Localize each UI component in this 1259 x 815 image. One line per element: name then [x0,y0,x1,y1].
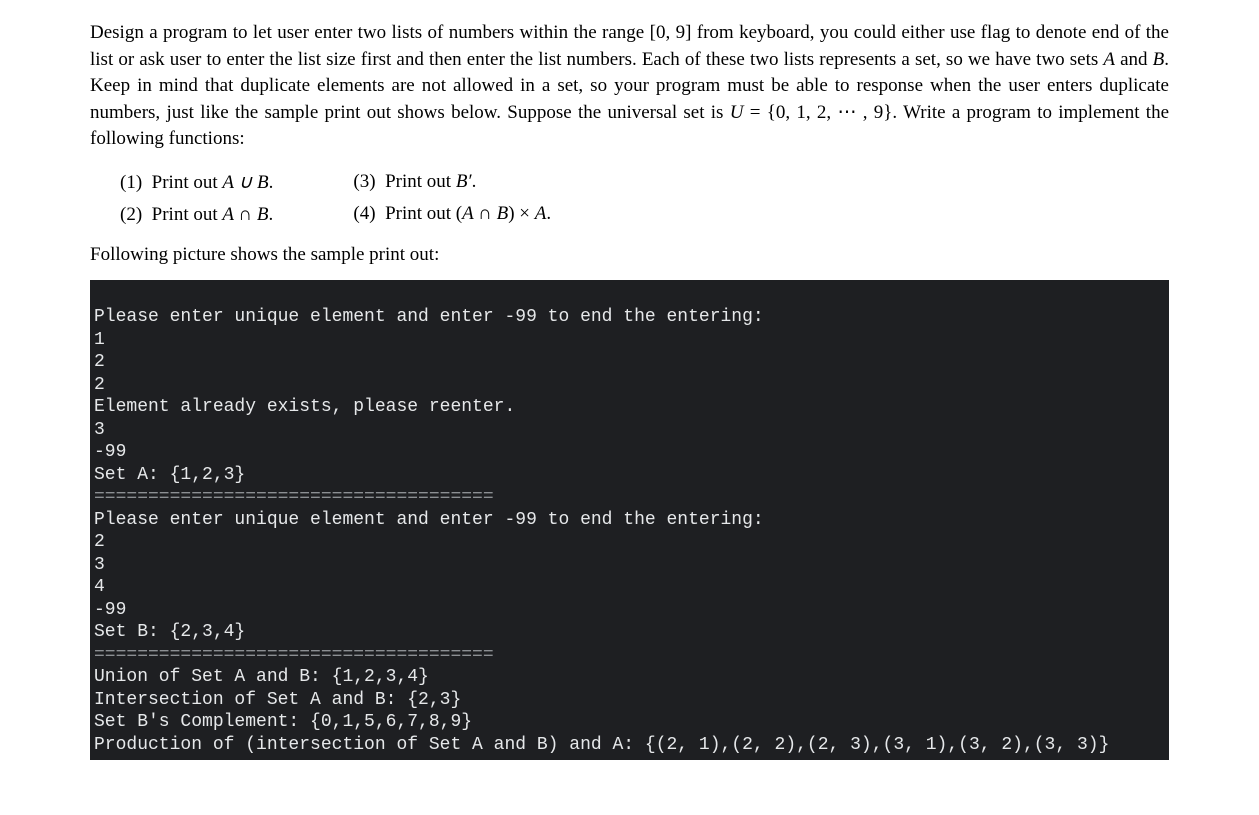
terminal-line: 3 [94,555,105,575]
text: Design a program to let user enter two l… [90,22,1169,70]
task-text: Print out [152,172,223,193]
task-number: (3) [353,171,375,192]
task-text: Print out [385,171,456,192]
terminal-line: Union of Set A and B: {1,2,3,4} [94,667,429,687]
task-number: (2) [120,204,142,225]
set-B: B [1153,49,1165,70]
task-expr: B′ [456,171,472,192]
task-end: . [268,204,273,225]
task-expr: A ∩ B [462,203,508,224]
terminal-line: Set A: {1,2,3} [94,465,245,485]
task-list: (1) Print out A ∪ B. (2) Print out A ∩ B… [120,171,1169,226]
task-column-right: (3) Print out B′. (4) Print out (A ∩ B) … [353,171,551,226]
terminal-line: 2 [94,352,105,372]
terminal-line: Please enter unique element and enter -9… [94,510,764,530]
terminal-line: Please enter unique element and enter -9… [94,307,764,327]
task-expr: A ∪ B [222,172,268,193]
terminal-line: 2 [94,532,105,552]
task-expr: A ∩ B [222,204,268,225]
text: and [1115,49,1153,70]
task-text: Print out [152,204,223,225]
followup-text: Following picture shows the sample print… [90,244,1169,266]
task-A: A [535,203,547,224]
task-1: (1) Print out A ∪ B. [120,171,273,194]
terminal-output: Please enter unique element and enter -9… [90,280,1169,761]
task-4: (4) Print out (A ∩ B) × A. [353,203,551,225]
task-text: Print out ( [385,203,462,224]
task-number: (1) [120,172,142,193]
terminal-line: 1 [94,330,105,350]
task-number: (4) [353,203,375,224]
terminal-line: Intersection of Set A and B: {2,3} [94,690,461,710]
task-end: . [546,203,551,224]
terminal-line: ===================================== [94,645,494,665]
task-end: . [472,171,477,192]
terminal-line: Production of (intersection of Set A and… [94,735,1109,755]
terminal-line: 4 [94,577,105,597]
terminal-line: Set B's Complement: {0,1,5,6,7,8,9} [94,712,472,732]
task-2: (2) Print out A ∩ B. [120,204,273,226]
task-end: . [269,172,274,193]
task-3: (3) Print out B′. [353,171,551,193]
set-A: A [1103,49,1115,70]
terminal-line: ===================================== [94,487,494,507]
problem-statement: Design a program to let user enter two l… [90,20,1169,153]
terminal-line: 3 [94,420,105,440]
terminal-line: -99 [94,600,126,620]
terminal-line: Element already exists, please reenter. [94,397,515,417]
task-column-left: (1) Print out A ∪ B. (2) Print out A ∩ B… [120,171,273,226]
set-U: U [730,102,744,123]
task-mid: ) × [508,203,535,224]
terminal-line: Set B: {2,3,4} [94,622,245,642]
terminal-line: 2 [94,375,105,395]
terminal-line: -99 [94,442,126,462]
